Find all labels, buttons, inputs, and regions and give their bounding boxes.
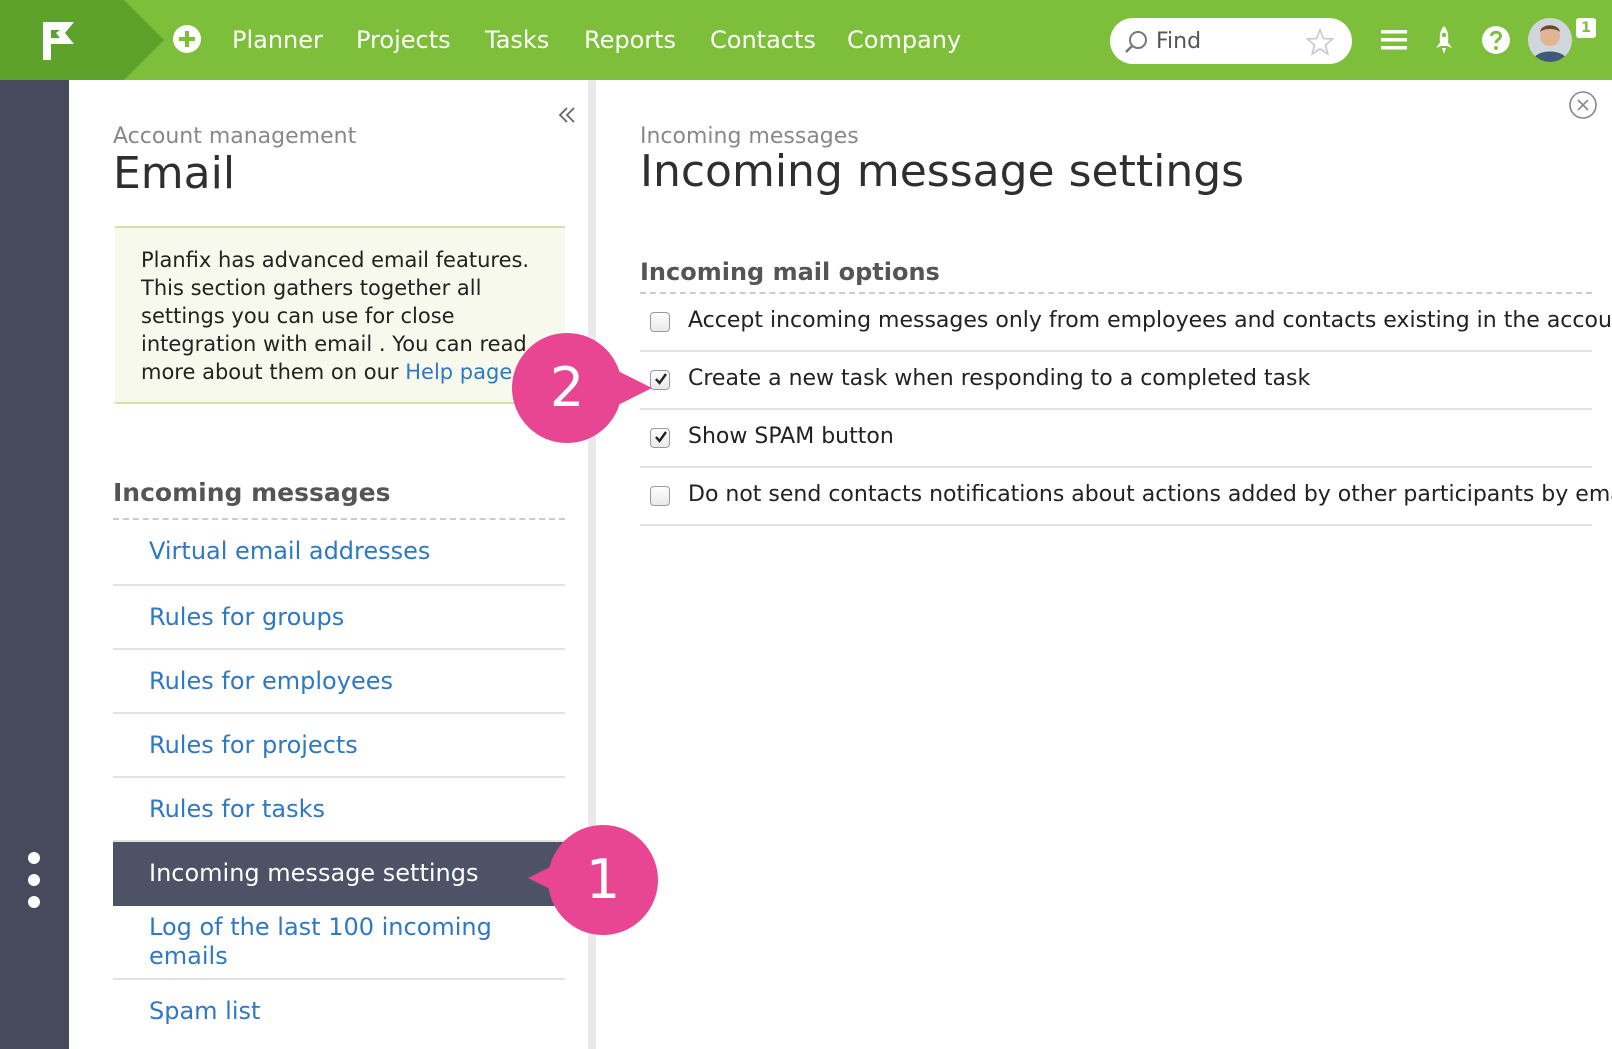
menu-item-rules-for-tasks[interactable]: Rules for tasks — [113, 778, 565, 842]
nav-planner[interactable]: Planner — [232, 22, 323, 58]
search-icon — [1125, 31, 1147, 53]
checkmark-icon — [655, 431, 667, 443]
section-heading: Incoming messages — [113, 478, 565, 520]
accept-only-known-senders-checkbox[interactable] — [650, 312, 670, 332]
option-label[interactable]: Create a new task when responding to a c… — [688, 366, 1310, 391]
menu-item-spam-list[interactable]: Spam list — [113, 980, 565, 1044]
menu-item-virtual-email-addresses[interactable]: Virtual email addresses — [113, 520, 565, 586]
option-row: Show SPAM button — [640, 410, 1592, 468]
breadcrumb[interactable]: Account management — [113, 124, 356, 149]
menu-item-incoming-message-settings[interactable]: Incoming message settings — [113, 842, 565, 906]
callout-1: 1 — [548, 825, 658, 935]
app-window: Planner Projects Tasks Reports Contacts … — [0, 0, 1612, 1049]
star-icon[interactable] — [1306, 28, 1334, 56]
settings-navigation-panel: Account management Email Planfix has adv… — [69, 80, 596, 1049]
options-heading: Incoming mail options — [640, 258, 1592, 294]
option-label[interactable]: Accept incoming messages only from emplo… — [688, 308, 1612, 333]
rocket-icon[interactable] — [1428, 24, 1460, 56]
logo-block[interactable] — [0, 0, 124, 80]
create-task-on-completed-reply-checkbox[interactable] — [650, 370, 670, 390]
menu-item-rules-for-projects[interactable]: Rules for projects — [113, 714, 565, 778]
help-icon[interactable] — [1480, 24, 1512, 56]
nav-reports[interactable]: Reports — [584, 22, 676, 58]
checkmark-icon — [655, 373, 667, 385]
show-spam-button-checkbox[interactable] — [650, 428, 670, 448]
top-navigation-bar: Planner Projects Tasks Reports Contacts … — [0, 0, 1612, 80]
no-contact-notifications-checkbox[interactable] — [650, 486, 670, 506]
option-row: Accept incoming messages only from emplo… — [640, 294, 1612, 352]
close-icon[interactable] — [1568, 90, 1598, 120]
flag-logo-icon[interactable] — [40, 20, 80, 62]
nav-contacts[interactable]: Contacts — [710, 22, 816, 58]
nav-projects[interactable]: Projects — [356, 22, 451, 58]
avatar[interactable] — [1528, 18, 1572, 62]
notification-badge[interactable]: 1 — [1576, 18, 1596, 38]
option-row: Create a new task when responding to a c… — [640, 352, 1592, 410]
logo-arrow — [124, 0, 164, 80]
callout-2: 2 — [512, 333, 622, 443]
menu-icon[interactable] — [1378, 24, 1410, 56]
page-title: Incoming message settings — [640, 146, 1245, 197]
nav-tasks[interactable]: Tasks — [485, 22, 549, 58]
more-vertical-icon[interactable] — [26, 850, 42, 910]
plus-circle-icon[interactable] — [172, 24, 202, 54]
help-page-link[interactable]: Help page — [405, 360, 512, 384]
nav-company[interactable]: Company — [847, 22, 961, 58]
incoming-message-settings-panel: Incoming messages Incoming message setti… — [604, 80, 1612, 1049]
double-chevron-left-icon[interactable] — [556, 104, 578, 126]
menu-item-log-incoming-emails[interactable]: Log of the last 100 incoming emails — [113, 906, 565, 980]
search-input[interactable] — [1156, 26, 1296, 56]
panel-title: Email — [113, 148, 236, 199]
menu-item-rules-for-employees[interactable]: Rules for employees — [113, 650, 565, 714]
option-row: Do not send contacts notifications about… — [640, 468, 1612, 526]
left-sidebar — [0, 80, 69, 1049]
menu-item-rules-for-groups[interactable]: Rules for groups — [113, 586, 565, 650]
user-avatar-icon — [1528, 18, 1572, 62]
search-box — [1110, 18, 1352, 64]
option-label[interactable]: Do not send contacts notifications about… — [688, 482, 1612, 507]
option-label[interactable]: Show SPAM button — [688, 424, 894, 449]
info-box: Planfix has advanced email features. Thi… — [115, 226, 565, 404]
